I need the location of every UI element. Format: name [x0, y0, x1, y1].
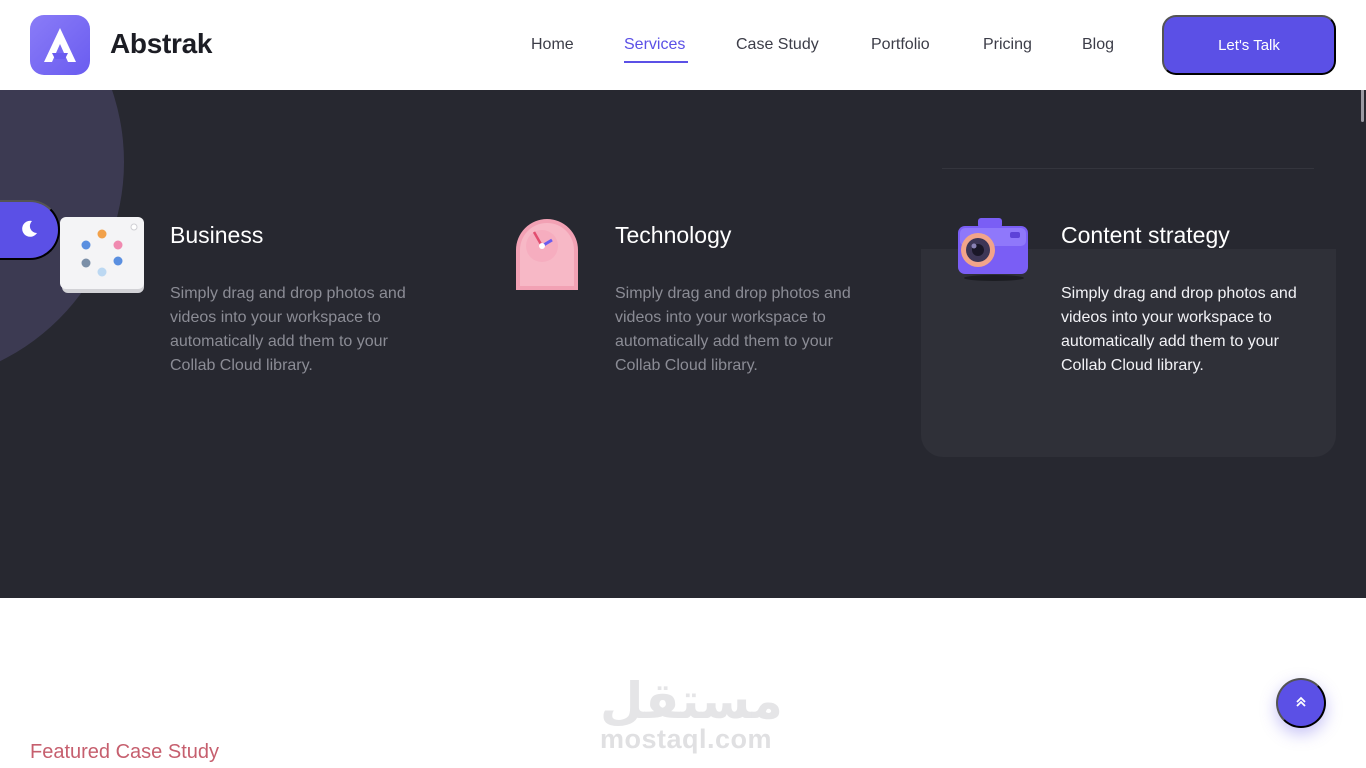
double-chevron-up-icon	[1294, 695, 1308, 712]
services-section: Business Simply drag and drop photos and…	[0, 90, 1366, 598]
service-title-content-strategy: Content strategy	[1061, 222, 1230, 248]
scroll-to-top-button[interactable]	[1276, 678, 1326, 728]
lets-talk-button[interactable]: Let's Talk	[1162, 15, 1336, 75]
logo-icon[interactable]	[30, 15, 90, 75]
nav-pricing[interactable]: Pricing	[983, 36, 1032, 54]
service-title-technology: Technology	[615, 222, 732, 248]
nav-blog[interactable]: Blog	[1082, 36, 1114, 54]
active-nav-indicator	[624, 61, 688, 63]
card-divider	[942, 168, 1314, 169]
brand-name[interactable]: Abstrak	[110, 28, 212, 60]
service-desc-business: Simply drag and drop photos and videos i…	[170, 285, 406, 374]
watermark-arabic: مستقل	[600, 672, 783, 730]
nav-case-study[interactable]: Case Study	[736, 36, 819, 54]
nav-services[interactable]: Services	[624, 36, 685, 54]
camera-icon	[956, 214, 1032, 287]
nav-portfolio[interactable]: Portfolio	[871, 36, 930, 54]
nav-home[interactable]: Home	[531, 36, 574, 54]
clock-icon	[512, 216, 582, 297]
site-header: Abstrak Home Services Case Study Portfol…	[0, 0, 1366, 90]
moon-icon	[19, 219, 39, 242]
featured-case-study-label: Featured Case Study	[30, 741, 219, 763]
service-desc-content-strategy: Simply drag and drop photos and videos i…	[1061, 285, 1297, 374]
service-desc-technology: Simply drag and drop photos and videos i…	[615, 285, 851, 374]
watermark-latin: mostaql.com	[600, 724, 773, 754]
calendar-dots-icon	[58, 215, 148, 302]
service-title-business: Business	[170, 222, 264, 248]
theme-toggle-button[interactable]	[0, 200, 60, 260]
scrollbar-thumb[interactable]	[1361, 90, 1364, 122]
